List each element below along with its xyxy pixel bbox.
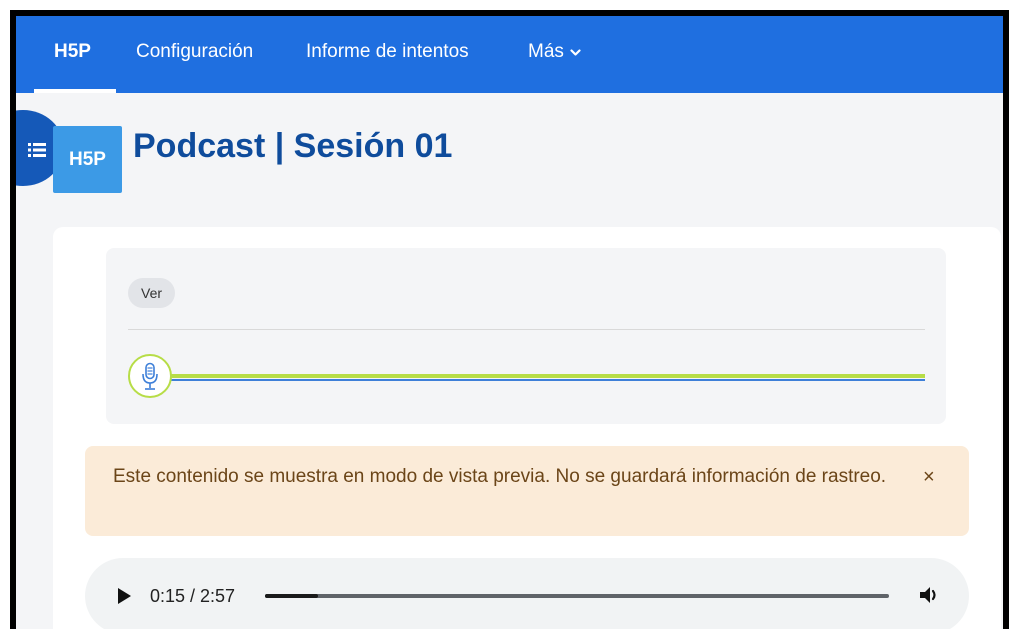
nav-tab-mas-label: Más	[528, 41, 564, 63]
active-tab-indicator	[34, 89, 116, 93]
close-icon[interactable]: ×	[923, 464, 935, 490]
list-icon	[28, 142, 46, 163]
nav-tab-mas[interactable]: Más	[528, 16, 581, 93]
h5p-activity-logo: H5P	[53, 126, 122, 193]
logo-text: H5P	[69, 149, 106, 170]
volume-icon[interactable]	[919, 585, 941, 610]
microphone-icon	[142, 362, 158, 390]
microphone-button[interactable]	[128, 354, 172, 398]
audio-progress-fill	[265, 594, 318, 598]
chevron-down-icon	[570, 16, 581, 88]
audio-time: 0:15 / 2:57	[150, 586, 236, 606]
nav-tab-informe-de-intentos[interactable]: Informe de intentos	[306, 16, 469, 93]
page-title: Podcast | Sesión 01	[133, 127, 453, 165]
preview-mode-alert: Este contenido se muestra en modo de vis…	[85, 446, 969, 536]
nav-tab-configuracion[interactable]: Configuración	[136, 16, 253, 93]
alert-message: Este contenido se muestra en modo de vis…	[113, 466, 887, 487]
window-frame: H5P Configuración Informe de intentos Má…	[10, 10, 1009, 629]
content-card: Ver Este contenido se muestra en modo de…	[53, 227, 1001, 629]
recording-timeline	[151, 374, 925, 381]
ver-button[interactable]: Ver	[128, 278, 176, 308]
h5p-audio-recorder-panel: Ver	[106, 248, 946, 424]
play-icon[interactable]	[117, 588, 131, 609]
timeline-blue-line	[151, 379, 925, 381]
audio-progress-bar[interactable]	[265, 594, 889, 598]
audio-player: 0:15 / 2:57	[85, 558, 969, 629]
panel-divider	[128, 329, 925, 330]
timeline-green-line	[151, 374, 925, 378]
secondary-navbar: H5P Configuración Informe de intentos Má…	[16, 16, 1003, 93]
page-viewport: H5P Configuración Informe de intentos Má…	[16, 16, 1003, 629]
nav-tab-h5p[interactable]: H5P	[54, 16, 91, 93]
